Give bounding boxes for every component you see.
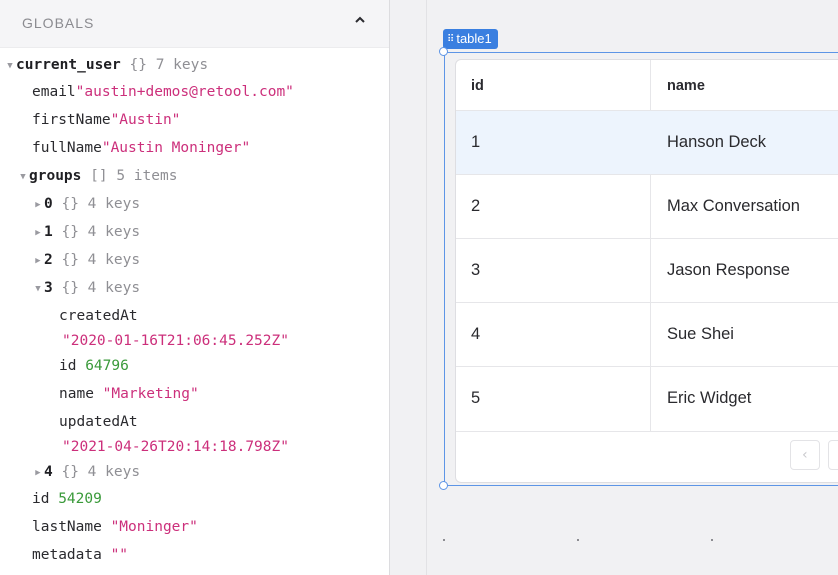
resize-handle-top-left[interactable] [439, 47, 448, 56]
tree-node-group-1[interactable]: ▶ 1 {} 4 keys [32, 221, 140, 243]
tree-node-fullname[interactable]: fullName"Austin Moninger" [32, 137, 250, 159]
tree-node-group-id[interactable]: id 64796 [59, 355, 129, 377]
expand-toggle-icon[interactable]: ▼ [4, 55, 16, 77]
globals-panel: GLOBALS ▼ current_user {} 7 keys email"au… [0, 0, 390, 575]
item-count: 5 items [116, 168, 178, 184]
chevron-up-icon[interactable] [352, 12, 368, 28]
key-count: 7 keys [155, 57, 209, 73]
tree-node-updated-at[interactable]: updatedAt [59, 411, 138, 433]
component-name-tag[interactable]: ⠿ table1 [443, 29, 498, 49]
canvas-divider [426, 0, 427, 575]
tree-node-group-4[interactable]: ▶ 4 {} 4 keys [32, 461, 140, 483]
globals-header[interactable]: GLOBALS [0, 0, 389, 48]
expand-toggle-icon[interactable]: ▼ [17, 166, 29, 188]
created-at-value: "2020-01-16T21:06:45.252Z" [62, 333, 289, 349]
type-indicator: [] [90, 168, 108, 184]
tree-node-group-name[interactable]: name "Marketing" [59, 383, 199, 405]
type-indicator: {} [129, 57, 147, 73]
selection-frame [444, 52, 838, 486]
drag-grip-icon[interactable]: ⠿ [447, 34, 454, 45]
tree-node-id[interactable]: id 54209 [32, 488, 102, 510]
tree-node-firstname[interactable]: firstName"Austin" [32, 109, 180, 131]
expand-toggle-icon[interactable]: ▶ [32, 462, 44, 484]
tree-node-lastname[interactable]: lastName "Moninger" [32, 516, 198, 538]
globals-title: GLOBALS [22, 15, 95, 31]
grid-dot [711, 539, 713, 541]
grid-dot [443, 539, 445, 541]
tree-node-created-at[interactable]: createdAt [59, 305, 138, 327]
expand-toggle-icon[interactable]: ▶ [32, 222, 44, 244]
tree-node-current-user[interactable]: ▼ current_user {} 7 keys [4, 54, 208, 76]
grid-dot [577, 539, 579, 541]
tree-node-group-0[interactable]: ▶ 0 {} 4 keys [32, 193, 140, 215]
tree-node-metadata[interactable]: metadata "" [32, 544, 128, 566]
expand-toggle-icon[interactable]: ▶ [32, 194, 44, 216]
expand-toggle-icon[interactable]: ▼ [32, 278, 44, 300]
updated-at-value: "2021-04-26T20:14:18.798Z" [62, 439, 289, 455]
tree-node-email[interactable]: email"austin+demos@retool.com" [32, 81, 294, 103]
expand-toggle-icon[interactable]: ▶ [32, 250, 44, 272]
tree-node-group-2[interactable]: ▶ 2 {} 4 keys [32, 249, 140, 271]
tree-node-group-3[interactable]: ▼ 3 {} 4 keys [32, 277, 140, 299]
tree-node-groups[interactable]: ▼ groups [] 5 items [17, 165, 177, 187]
resize-handle-bottom-left[interactable] [439, 481, 448, 490]
